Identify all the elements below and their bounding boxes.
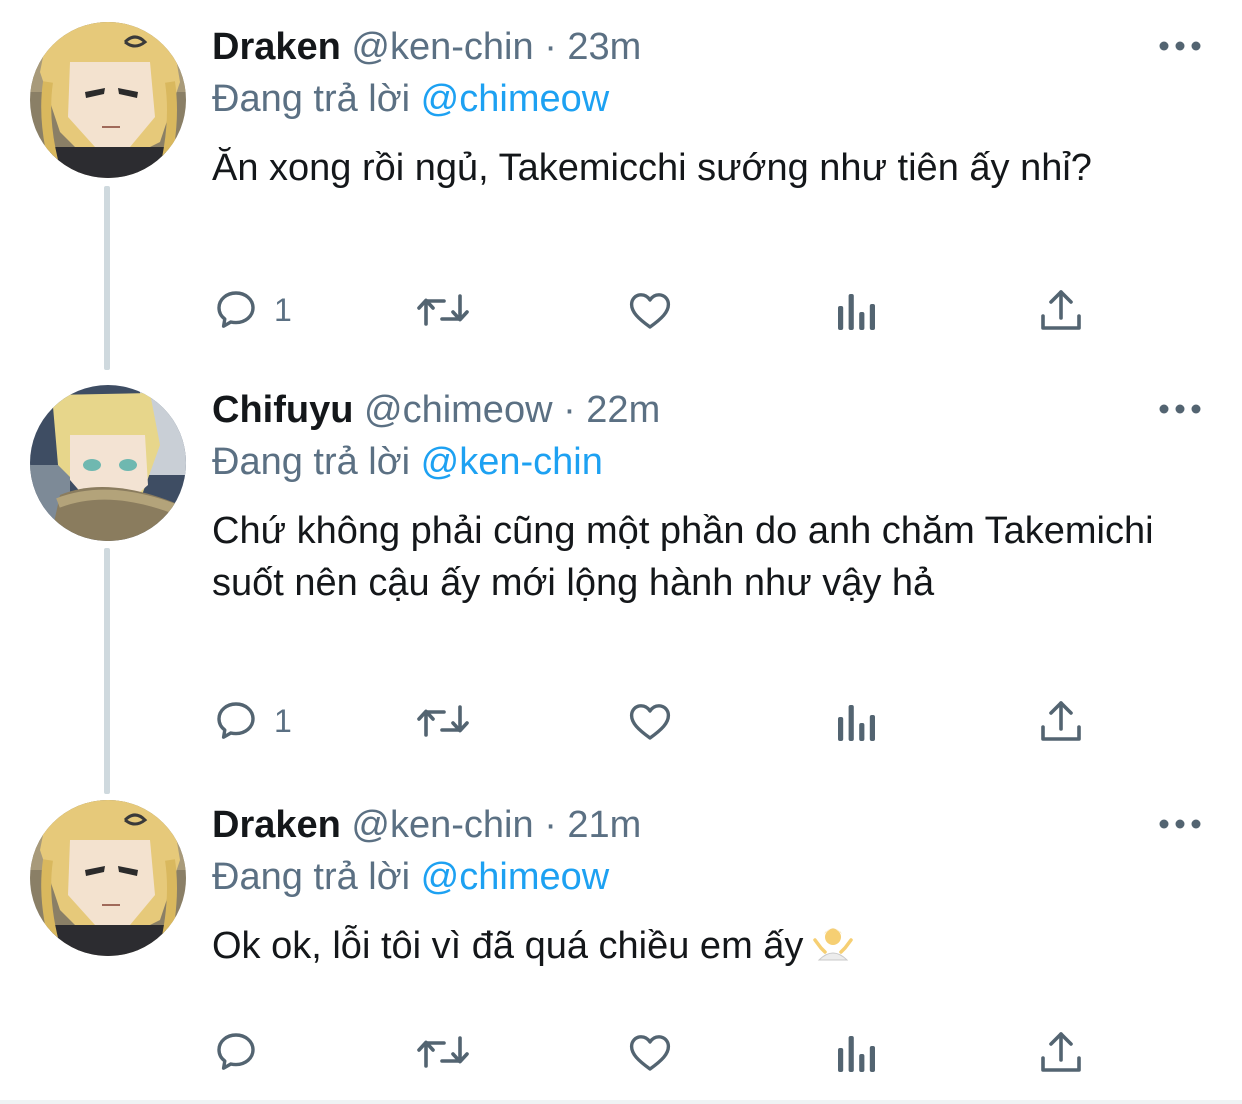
analytics-icon (838, 294, 875, 330)
analytics-button[interactable] (834, 280, 878, 340)
timestamp[interactable]: 23m (567, 26, 641, 68)
like-button[interactable] (626, 691, 674, 751)
replying-to-label: Đang trả lời (212, 78, 411, 120)
reply-count: 1 (274, 702, 292, 739)
tweet-text: Chứ không phải cũng một phần do anh chăm… (212, 510, 1154, 604)
more-icon (1159, 819, 1201, 829)
like-icon (629, 704, 671, 740)
retweet-icon (417, 1036, 469, 1068)
avatar[interactable] (30, 800, 186, 956)
replying-to-mention[interactable]: @chimeow (421, 856, 610, 898)
share-icon (1041, 1032, 1081, 1072)
more-options-button[interactable] (1156, 812, 1204, 836)
timestamp[interactable]: 22m (586, 389, 660, 431)
avatar[interactable] (30, 385, 186, 541)
reply-icon (217, 1033, 255, 1070)
like-icon (629, 1035, 671, 1071)
analytics-icon (838, 705, 875, 741)
separator-dot: · (563, 389, 576, 431)
tweet-text: Ok ok, lỗi tôi vì đã quá chiều em ấy (212, 925, 804, 967)
tweet-actions: 1 (0, 280, 1242, 340)
tweet-text: Ăn xong rồi ngủ, Takemicchi sướng như ti… (212, 147, 1092, 189)
share-button[interactable] (1038, 691, 1084, 751)
reply-button[interactable]: 1 (212, 280, 292, 340)
user-handle[interactable]: @ken-chin (351, 804, 533, 846)
analytics-icon (838, 1036, 875, 1072)
avatar[interactable] (30, 22, 186, 178)
tweet-actions (0, 1022, 1242, 1082)
separator-dot: · (544, 26, 557, 68)
replying-to-mention[interactable]: @chimeow (421, 78, 610, 120)
like-icon (629, 293, 671, 329)
replying-to: Đang trả lời @chimeow (212, 74, 609, 124)
display-name[interactable]: Draken (212, 26, 341, 68)
retweet-button[interactable] (414, 691, 472, 751)
draken-avatar-image (30, 800, 186, 956)
share-icon (1041, 701, 1081, 741)
tweet[interactable]: Draken @ken-chin · 21m Đang trả lời @chi… (0, 800, 1242, 1090)
tweet-header: Draken @ken-chin · 23m (212, 22, 641, 72)
tweet-header: Draken @ken-chin · 21m (212, 800, 641, 850)
more-icon (1159, 41, 1201, 51)
tweet-actions: 1 (0, 691, 1242, 751)
user-handle[interactable]: @ken-chin (351, 26, 533, 68)
tweet[interactable]: Chifuyu @chimeow · 22m Đang trả lời @ken… (0, 385, 1242, 765)
share-button[interactable] (1038, 1022, 1084, 1082)
retweet-icon (417, 294, 469, 326)
replying-to-label: Đang trả lời (212, 441, 411, 483)
like-button[interactable] (626, 280, 674, 340)
replying-to: Đang trả lời @ken-chin (212, 437, 603, 487)
tweet[interactable]: Draken @ken-chin · 23m Đang trả lời @chi… (0, 22, 1242, 362)
share-icon (1041, 290, 1081, 330)
reply-icon (217, 291, 255, 328)
retweet-button[interactable] (414, 280, 472, 340)
more-options-button[interactable] (1156, 397, 1204, 421)
analytics-button[interactable] (834, 1022, 878, 1082)
analytics-button[interactable] (834, 691, 878, 751)
share-button[interactable] (1038, 280, 1084, 340)
replying-to-label: Đang trả lời (212, 856, 411, 898)
retweet-button[interactable] (414, 1022, 472, 1082)
display-name[interactable]: Draken (212, 804, 341, 846)
draken-avatar-image (30, 22, 186, 178)
display-name[interactable]: Chifuyu (212, 389, 353, 431)
like-button[interactable] (626, 1022, 674, 1082)
tweet-text-container: Ok ok, lỗi tôi vì đã quá chiều em ấy (212, 920, 1202, 972)
more-icon (1159, 404, 1201, 414)
tweet-header: Chifuyu @chimeow · 22m (212, 385, 660, 435)
user-handle[interactable]: @chimeow (364, 389, 553, 431)
replying-to: Đang trả lời @chimeow (212, 852, 609, 902)
reply-button[interactable] (212, 1022, 274, 1082)
retweet-icon (417, 705, 469, 737)
reply-icon (217, 702, 255, 739)
separator-dot: · (544, 804, 557, 846)
timestamp[interactable]: 21m (567, 804, 641, 846)
reply-button[interactable]: 1 (212, 691, 292, 751)
more-options-button[interactable] (1156, 34, 1204, 58)
reply-count: 1 (274, 291, 292, 328)
man-shrugging-emoji (813, 928, 854, 961)
divider (0, 1100, 1242, 1104)
replying-to-mention[interactable]: @ken-chin (421, 441, 603, 483)
chifuyu-avatar-image (30, 385, 186, 541)
